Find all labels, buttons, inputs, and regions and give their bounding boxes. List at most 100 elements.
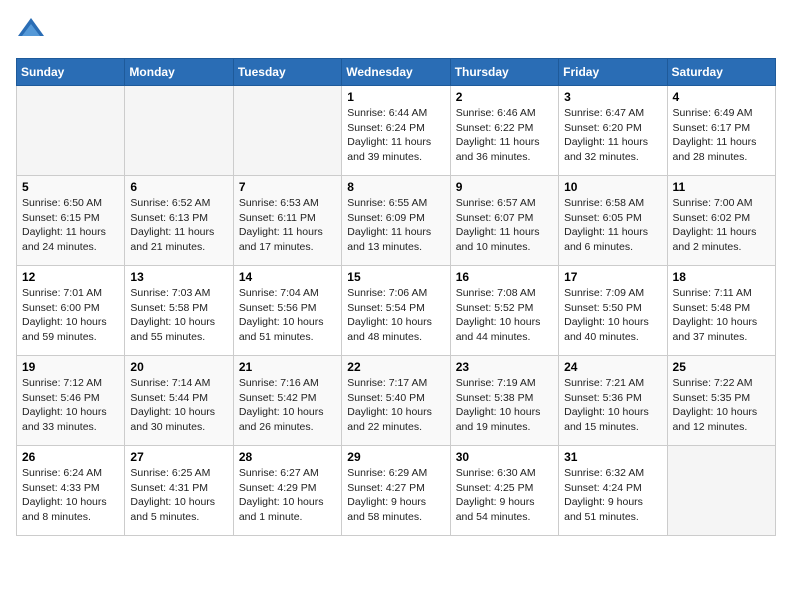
calendar-cell: 10Sunrise: 6:58 AM Sunset: 6:05 PM Dayli… (559, 176, 667, 266)
day-number: 8 (347, 180, 444, 194)
calendar-cell (667, 446, 775, 536)
calendar-cell: 28Sunrise: 6:27 AM Sunset: 4:29 PM Dayli… (233, 446, 341, 536)
day-info: Sunrise: 7:17 AM Sunset: 5:40 PM Dayligh… (347, 376, 444, 435)
calendar-cell: 17 Sunrise: 7:09 AM Sunset: 5:50 PM Dayli… (559, 266, 667, 356)
day-info: Sunrise: 7:00 AM Sunset: 6:02 PM Dayligh… (673, 196, 770, 255)
calendar-cell: 5Sunrise: 6:50 AM Sunset: 6:15 PM Daylig… (17, 176, 125, 266)
day-info: Sunrise: 6:25 AM Sunset: 4:31 PM Dayligh… (130, 466, 227, 525)
day-info: Sunrise: 6:47 AM Sunset: 6:20 PM Dayligh… (564, 106, 661, 165)
logo (16, 16, 50, 46)
day-number: 29 (347, 450, 444, 464)
day-number: 14 (239, 270, 336, 284)
day-number: 22 (347, 360, 444, 374)
day-number: 17 (564, 270, 661, 284)
day-number: 30 (456, 450, 553, 464)
day-number: 19 (22, 360, 119, 374)
calendar-cell: 1Sunrise: 6:44 AM Sunset: 6:24 PM Daylig… (342, 86, 450, 176)
calendar-cell: 20 Sunrise: 7:14 AM Sunset: 5:44 PM Dayli… (125, 356, 233, 446)
calendar-week-2: 5Sunrise: 6:50 AM Sunset: 6:15 PM Daylig… (17, 176, 776, 266)
day-info: Sunrise: 7:21 AM Sunset: 5:36 PM Dayligh… (564, 376, 661, 435)
calendar-cell: 22 Sunrise: 7:17 AM Sunset: 5:40 PM Dayli… (342, 356, 450, 446)
day-number: 2 (456, 90, 553, 104)
calendar-cell: 2 Sunrise: 6:46 AM Sunset: 6:22 PM Daylig… (450, 86, 558, 176)
day-number: 3 (564, 90, 661, 104)
calendar-cell: 27 Sunrise: 6:25 AM Sunset: 4:31 PM Dayli… (125, 446, 233, 536)
day-info: Sunrise: 6:46 AM Sunset: 6:22 PM Dayligh… (456, 106, 553, 165)
calendar-cell: 15 Sunrise: 7:06 AM Sunset: 5:54 PM Dayli… (342, 266, 450, 356)
calendar-cell: 14Sunrise: 7:04 AM Sunset: 5:56 PM Dayli… (233, 266, 341, 356)
col-header-tuesday: Tuesday (233, 59, 341, 86)
calendar-cell (125, 86, 233, 176)
day-number: 6 (130, 180, 227, 194)
day-number: 7 (239, 180, 336, 194)
day-info: Sunrise: 7:14 AM Sunset: 5:44 PM Dayligh… (130, 376, 227, 435)
day-number: 24 (564, 360, 661, 374)
day-number: 23 (456, 360, 553, 374)
day-info: Sunrise: 6:32 AM Sunset: 4:24 PM Dayligh… (564, 466, 661, 525)
day-info: Sunrise: 7:09 AM Sunset: 5:50 PM Dayligh… (564, 286, 661, 345)
day-number: 4 (673, 90, 770, 104)
day-info: Sunrise: 6:53 AM Sunset: 6:11 PM Dayligh… (239, 196, 336, 255)
day-info: Sunrise: 6:55 AM Sunset: 6:09 PM Dayligh… (347, 196, 444, 255)
day-info: Sunrise: 6:49 AM Sunset: 6:17 PM Dayligh… (673, 106, 770, 165)
calendar-cell: 8 Sunrise: 6:55 AM Sunset: 6:09 PM Daylig… (342, 176, 450, 266)
day-info: Sunrise: 6:57 AM Sunset: 6:07 PM Dayligh… (456, 196, 553, 255)
day-info: Sunrise: 6:58 AM Sunset: 6:05 PM Dayligh… (564, 196, 661, 255)
calendar-cell: 18 Sunrise: 7:11 AM Sunset: 5:48 PM Dayli… (667, 266, 775, 356)
day-number: 15 (347, 270, 444, 284)
day-number: 26 (22, 450, 119, 464)
logo-icon (16, 16, 46, 46)
col-header-thursday: Thursday (450, 59, 558, 86)
calendar-cell: 6 Sunrise: 6:52 AM Sunset: 6:13 PM Daylig… (125, 176, 233, 266)
calendar-cell: 11 Sunrise: 7:00 AM Sunset: 6:02 PM Dayli… (667, 176, 775, 266)
day-info: Sunrise: 6:29 AM Sunset: 4:27 PM Dayligh… (347, 466, 444, 525)
col-header-monday: Monday (125, 59, 233, 86)
calendar-cell: 25 Sunrise: 7:22 AM Sunset: 5:35 PM Dayli… (667, 356, 775, 446)
day-number: 20 (130, 360, 227, 374)
col-header-saturday: Saturday (667, 59, 775, 86)
calendar-cell: 23 Sunrise: 7:19 AM Sunset: 5:38 PM Dayli… (450, 356, 558, 446)
day-info: Sunrise: 7:22 AM Sunset: 5:35 PM Dayligh… (673, 376, 770, 435)
col-header-wednesday: Wednesday (342, 59, 450, 86)
calendar-cell: 24 Sunrise: 7:21 AM Sunset: 5:36 PM Dayli… (559, 356, 667, 446)
day-info: Sunrise: 6:52 AM Sunset: 6:13 PM Dayligh… (130, 196, 227, 255)
calendar-header: SundayMondayTuesdayWednesdayThursdayFrid… (17, 59, 776, 86)
day-number: 12 (22, 270, 119, 284)
day-number: 16 (456, 270, 553, 284)
day-number: 5 (22, 180, 119, 194)
calendar-cell: 21 Sunrise: 7:16 AM Sunset: 5:42 PM Dayli… (233, 356, 341, 446)
day-info: Sunrise: 7:06 AM Sunset: 5:54 PM Dayligh… (347, 286, 444, 345)
calendar-cell (17, 86, 125, 176)
calendar-cell: 13Sunrise: 7:03 AM Sunset: 5:58 PM Dayli… (125, 266, 233, 356)
day-number: 13 (130, 270, 227, 284)
day-number: 21 (239, 360, 336, 374)
day-info: Sunrise: 6:30 AM Sunset: 4:25 PM Dayligh… (456, 466, 553, 525)
day-info: Sunrise: 7:01 AM Sunset: 6:00 PM Dayligh… (22, 286, 119, 345)
calendar-week-4: 19Sunrise: 7:12 AM Sunset: 5:46 PM Dayli… (17, 356, 776, 446)
calendar-cell: 3 Sunrise: 6:47 AM Sunset: 6:20 PM Daylig… (559, 86, 667, 176)
calendar-cell: 30 Sunrise: 6:30 AM Sunset: 4:25 PM Dayli… (450, 446, 558, 536)
calendar-cell: 19Sunrise: 7:12 AM Sunset: 5:46 PM Dayli… (17, 356, 125, 446)
day-number: 18 (673, 270, 770, 284)
calendar-cell: 7 Sunrise: 6:53 AM Sunset: 6:11 PM Daylig… (233, 176, 341, 266)
calendar-week-3: 12 Sunrise: 7:01 AM Sunset: 6:00 PM Dayli… (17, 266, 776, 356)
day-info: Sunrise: 7:11 AM Sunset: 5:48 PM Dayligh… (673, 286, 770, 345)
calendar-table: SundayMondayTuesdayWednesdayThursdayFrid… (16, 58, 776, 536)
day-number: 11 (673, 180, 770, 194)
calendar-cell: 4 Sunrise: 6:49 AM Sunset: 6:17 PM Daylig… (667, 86, 775, 176)
day-info: Sunrise: 6:44 AM Sunset: 6:24 PM Dayligh… (347, 106, 444, 165)
calendar-cell: 29 Sunrise: 6:29 AM Sunset: 4:27 PM Dayli… (342, 446, 450, 536)
page-header (16, 16, 776, 46)
day-number: 25 (673, 360, 770, 374)
calendar-week-5: 26 Sunrise: 6:24 AM Sunset: 4:33 PM Dayli… (17, 446, 776, 536)
day-info: Sunrise: 7:16 AM Sunset: 5:42 PM Dayligh… (239, 376, 336, 435)
day-info: Sunrise: 6:24 AM Sunset: 4:33 PM Dayligh… (22, 466, 119, 525)
day-info: Sunrise: 6:27 AM Sunset: 4:29 PM Dayligh… (239, 466, 336, 525)
col-header-sunday: Sunday (17, 59, 125, 86)
calendar-cell: 9Sunrise: 6:57 AM Sunset: 6:07 PM Daylig… (450, 176, 558, 266)
calendar-cell (233, 86, 341, 176)
calendar-cell: 26 Sunrise: 6:24 AM Sunset: 4:33 PM Dayli… (17, 446, 125, 536)
day-number: 31 (564, 450, 661, 464)
day-info: Sunrise: 7:19 AM Sunset: 5:38 PM Dayligh… (456, 376, 553, 435)
day-number: 27 (130, 450, 227, 464)
